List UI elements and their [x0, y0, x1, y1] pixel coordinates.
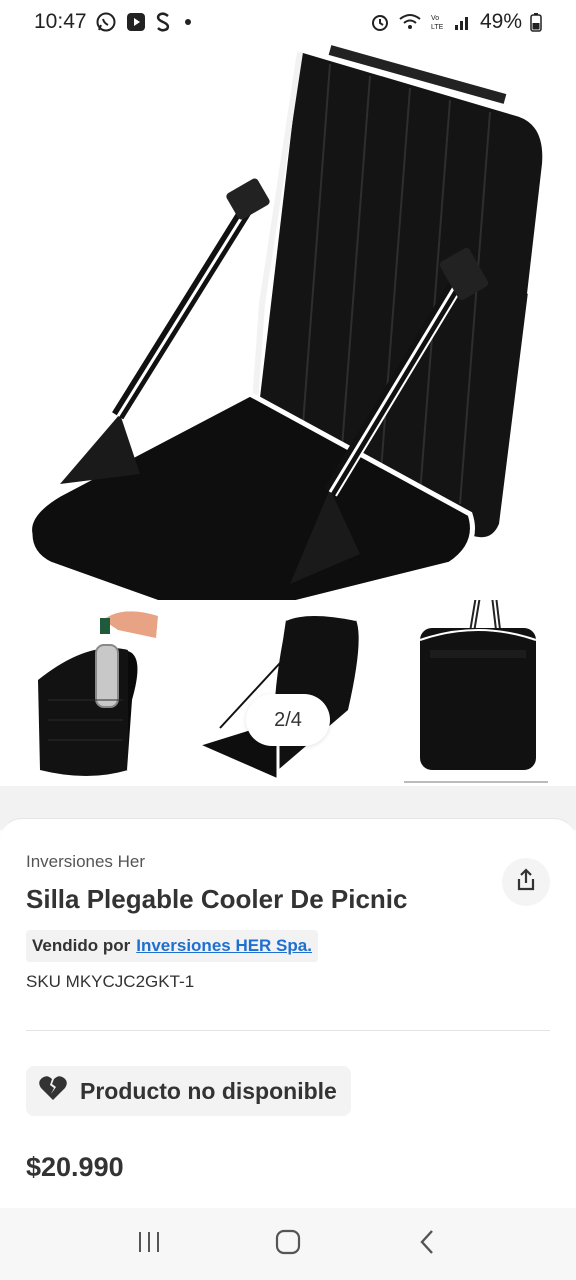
seller-link[interactable]: Inversiones HER Spa.	[136, 936, 312, 956]
recent-apps-icon	[136, 1230, 162, 1259]
notification-dot	[184, 19, 191, 25]
recent-apps-button[interactable]	[119, 1214, 179, 1274]
thumbnail-3[interactable]	[404, 550, 548, 786]
home-icon	[274, 1228, 302, 1261]
availability-badge: Producto no disponible	[26, 1066, 351, 1116]
share-button[interactable]	[502, 858, 550, 906]
status-bar: 10:47 Vo LTE 49%	[0, 0, 576, 44]
status-time: 10:47	[34, 10, 87, 33]
whatsapp-icon	[95, 11, 117, 33]
thumbnail-active-indicator	[404, 781, 548, 783]
seller-info: Vendido por Inversiones HER Spa.	[26, 930, 318, 962]
product-main-image[interactable]	[0, 44, 576, 610]
volte-icon: Vo LTE	[430, 12, 446, 32]
battery-icon	[530, 12, 542, 32]
status-right: Vo LTE 49%	[370, 10, 542, 34]
product-price: $20.990	[26, 1152, 124, 1182]
thumbnail-strip	[0, 550, 576, 786]
product-brand[interactable]: Inversiones Her	[26, 852, 145, 872]
svg-text:LTE: LTE	[431, 24, 444, 31]
back-button[interactable]	[397, 1214, 457, 1274]
share-icon	[513, 867, 539, 898]
system-navbar	[0, 1208, 576, 1280]
image-counter: 2/4	[246, 694, 330, 746]
battery-percent: 49%	[479, 10, 522, 33]
thumbnail-2[interactable]	[193, 600, 364, 786]
availability-text: Producto no disponible	[80, 1077, 337, 1104]
divider	[26, 1030, 550, 1031]
seller-label: Vendido por	[32, 936, 131, 955]
home-button[interactable]	[258, 1214, 318, 1274]
signal-icon	[454, 13, 472, 31]
status-left: 10:47	[34, 10, 191, 34]
s-app-icon	[155, 11, 171, 33]
svg-text:Vo: Vo	[431, 15, 439, 22]
wifi-icon	[398, 12, 422, 32]
product-title: Silla Plegable Cooler De Picnic	[26, 884, 408, 914]
back-icon	[417, 1228, 437, 1261]
play-icon	[125, 11, 147, 33]
alarm-icon	[370, 12, 390, 32]
broken-heart-icon	[38, 1074, 68, 1108]
product-sku: SKU MKYCJC2GKT-1	[26, 972, 195, 991]
thumbnail-1[interactable]	[28, 600, 164, 786]
